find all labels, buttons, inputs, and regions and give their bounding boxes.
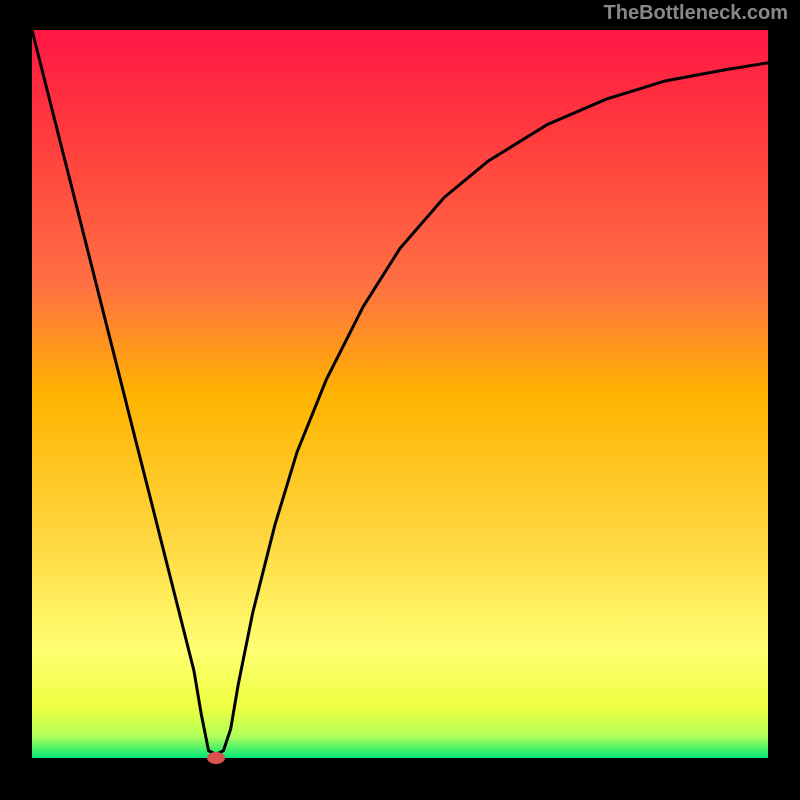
plot-area bbox=[32, 30, 768, 758]
curve-layer bbox=[32, 30, 768, 758]
minimum-marker bbox=[207, 752, 225, 764]
watermark-text: TheBottleneck.com bbox=[604, 2, 788, 25]
bottleneck-curve bbox=[32, 30, 768, 754]
